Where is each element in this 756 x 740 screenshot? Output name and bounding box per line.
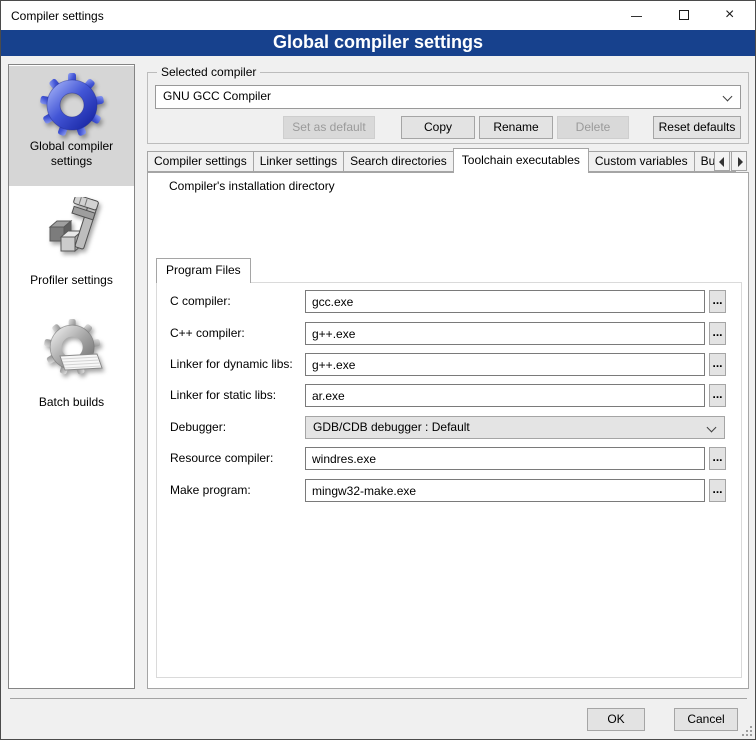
- maximize-button[interactable]: [661, 1, 708, 30]
- main-tabstrip: Compiler settings Linker settings Search…: [147, 148, 749, 172]
- cpp-compiler-row: C++ compiler: ...: [157, 322, 741, 346]
- page-title: Global compiler settings: [1, 30, 755, 56]
- compiler-settings-window: Compiler settings × Global compiler sett…: [0, 0, 756, 740]
- gear-stack-icon: [40, 319, 104, 383]
- reset-defaults-button[interactable]: Reset defaults: [653, 116, 741, 139]
- settings-category-list: Global compiler settings: [8, 64, 135, 689]
- dynamic-linker-browse-button[interactable]: ...: [709, 353, 726, 376]
- tab-toolchain-executables[interactable]: Toolchain executables: [453, 148, 589, 173]
- gear-blue-icon: [40, 73, 104, 137]
- resource-compiler-row: Resource compiler: ...: [157, 447, 741, 471]
- static-linker-label: Linker for static libs:: [170, 388, 276, 402]
- dynamic-linker-input[interactable]: [305, 353, 705, 376]
- program-files-panel: C compiler: ... C++ compiler: ... Linker…: [156, 282, 742, 678]
- dynamic-linker-row: Linker for dynamic libs: ...: [157, 353, 741, 377]
- debugger-label: Debugger:: [170, 420, 226, 434]
- c-compiler-label: C compiler:: [170, 294, 231, 308]
- tab-search-directories[interactable]: Search directories: [343, 151, 454, 172]
- debugger-row: Debugger: GDB/CDB debugger : Default: [157, 416, 741, 440]
- tab-program-files[interactable]: Program Files: [156, 258, 251, 283]
- debugger-select-value: GDB/CDB debugger : Default: [313, 420, 470, 434]
- compiler-select[interactable]: GNU GCC Compiler: [155, 85, 741, 109]
- minimize-button[interactable]: [613, 1, 660, 30]
- resource-compiler-browse-button[interactable]: ...: [709, 447, 726, 470]
- ok-button[interactable]: OK: [587, 708, 645, 731]
- sidebar-item-profiler-settings[interactable]: Profiler settings: [9, 193, 134, 311]
- resource-compiler-label: Resource compiler:: [170, 451, 273, 465]
- tab-scroll-left-button[interactable]: [714, 151, 730, 171]
- window-title: Compiler settings: [11, 9, 104, 23]
- tab-compiler-settings[interactable]: Compiler settings: [147, 151, 254, 172]
- delete-button[interactable]: Delete: [557, 116, 629, 139]
- static-linker-row: Linker for static libs: ...: [157, 384, 741, 408]
- tab-linker-settings[interactable]: Linker settings: [253, 151, 344, 172]
- sidebar-item-label: Profiler settings: [9, 273, 134, 288]
- minimize-icon: [631, 16, 642, 17]
- selected-compiler-legend: Selected compiler: [157, 65, 260, 79]
- c-compiler-input[interactable]: [305, 290, 705, 313]
- make-program-input[interactable]: [305, 479, 705, 502]
- sidebar-item-label: Global compiler settings: [9, 139, 134, 169]
- arrow-left-icon: [719, 157, 724, 167]
- chevron-down-icon: [723, 92, 733, 102]
- c-compiler-row: C compiler: ...: [157, 290, 741, 314]
- cpp-compiler-input[interactable]: [305, 322, 705, 345]
- sidebar-item-batch-builds[interactable]: Batch builds: [9, 315, 134, 465]
- close-icon: ×: [725, 5, 734, 25]
- make-program-label: Make program:: [170, 483, 251, 497]
- caliper-icon: [40, 197, 104, 261]
- sidebar-item-label: Batch builds: [9, 395, 134, 410]
- sidebar-item-global-compiler-settings[interactable]: Global compiler settings: [9, 66, 134, 186]
- rename-button[interactable]: Rename: [479, 116, 553, 139]
- tab-scroll-right-button[interactable]: [731, 151, 747, 171]
- cancel-button[interactable]: Cancel: [674, 708, 738, 731]
- close-button[interactable]: ×: [708, 1, 755, 30]
- make-program-browse-button[interactable]: ...: [709, 479, 726, 502]
- compiler-select-value: GNU GCC Compiler: [163, 89, 271, 103]
- c-compiler-browse-button[interactable]: ...: [709, 290, 726, 313]
- resource-compiler-input[interactable]: [305, 447, 705, 470]
- debugger-select[interactable]: GDB/CDB debugger : Default: [305, 416, 725, 439]
- set-as-default-button[interactable]: Set as default: [283, 116, 375, 139]
- static-linker-browse-button[interactable]: ...: [709, 384, 726, 407]
- make-program-row: Make program: ...: [157, 479, 741, 503]
- maximize-icon: [679, 10, 689, 20]
- arrow-right-icon: [738, 157, 743, 167]
- copy-button[interactable]: Copy: [401, 116, 475, 139]
- cpp-compiler-label: C++ compiler:: [170, 326, 245, 340]
- chevron-down-icon: [707, 423, 717, 433]
- resize-grip-icon[interactable]: [741, 725, 753, 737]
- titlebar: Compiler settings ×: [1, 1, 755, 30]
- cpp-compiler-browse-button[interactable]: ...: [709, 322, 726, 345]
- footer-divider: [10, 698, 747, 699]
- tab-custom-variables[interactable]: Custom variables: [588, 151, 695, 172]
- static-linker-input[interactable]: [305, 384, 705, 407]
- installation-directory-legend: Compiler's installation directory: [165, 179, 339, 193]
- dynamic-linker-label: Linker for dynamic libs:: [170, 357, 293, 371]
